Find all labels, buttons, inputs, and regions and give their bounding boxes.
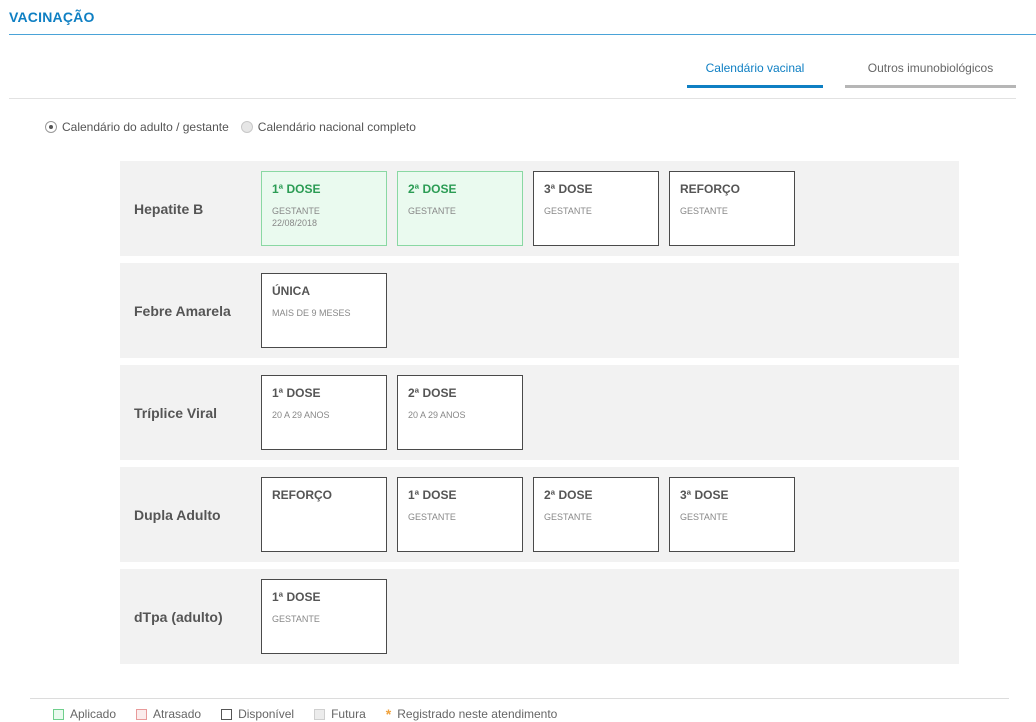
dose-subtitle: GESTANTE [408, 512, 456, 522]
vaccine-name: Tríplice Viral [134, 404, 218, 421]
legend-item-futura: Futura [314, 707, 366, 721]
dose-card[interactable]: ÚNICA MAIS DE 9 MESES [261, 273, 387, 348]
vaccine-row-hepatite-b: Hepatite B 1ª DOSE GESTANTE 22/08/2018 2… [120, 161, 959, 256]
radio-checked-icon[interactable] [45, 121, 57, 133]
legend-label: Registrado neste atendimento [397, 707, 558, 721]
dose-subtitle: GESTANTE [408, 206, 456, 216]
dose-title: 3ª DOSE [544, 182, 593, 196]
vaccine-name: Febre Amarela [134, 302, 231, 319]
dose-card[interactable]: 2ª DOSE 20 A 29 ANOS [397, 375, 523, 450]
calendar-type-radio-group: Calendário do adulto / gestante Calendár… [45, 120, 428, 134]
dose-card[interactable]: 3ª DOSE GESTANTE [669, 477, 795, 552]
dose-title: REFORÇO [680, 182, 740, 196]
dose-subtitle: GESTANTE [544, 512, 592, 522]
legend-item-disponivel: Disponível [221, 707, 294, 721]
dose-title: REFORÇO [272, 488, 332, 502]
dose-card[interactable]: 2ª DOSE GESTANTE [397, 171, 523, 246]
vaccine-name: dTpa (adulto) [134, 608, 223, 625]
dose-title: 2ª DOSE [408, 386, 457, 400]
tabs-divider [9, 98, 1016, 99]
dose-subtitle: 20 A 29 ANOS [408, 410, 466, 420]
legend-label: Atrasado [153, 707, 202, 721]
radio-calendario-adulto-gestante[interactable]: Calendário do adulto / gestante [45, 120, 229, 134]
header-divider [9, 34, 1036, 35]
dose-title: ÚNICA [272, 284, 310, 298]
dose-card[interactable]: 3ª DOSE GESTANTE [533, 171, 659, 246]
vaccine-row-dtpa-adulto: dTpa (adulto) 1ª DOSE GESTANTE [120, 569, 959, 664]
dose-title: 1ª DOSE [408, 488, 457, 502]
dose-subtitle: GESTANTE [680, 512, 728, 522]
dose-title: 3ª DOSE [680, 488, 729, 502]
disponivel-swatch-icon [221, 708, 233, 720]
vaccine-name: Hepatite B [134, 200, 204, 217]
legend-label: Futura [331, 707, 366, 721]
radio-label: Calendário do adulto / gestante [62, 120, 229, 134]
radio-label: Calendário nacional completo [257, 120, 416, 134]
legend-divider [30, 698, 1009, 699]
legend-label: Disponível [238, 707, 295, 721]
radio-calendario-nacional-completo[interactable]: Calendário nacional completo [240, 120, 416, 134]
page-title: VACINAÇÃO [9, 9, 95, 25]
dose-card[interactable]: 1ª DOSE GESTANTE [261, 579, 387, 654]
legend-item-aplicado: Aplicado [53, 707, 116, 721]
legend-item-atrasado: Atrasado [136, 707, 201, 721]
dose-title: 2ª DOSE [544, 488, 593, 502]
vaccine-name: Dupla Adulto [134, 506, 221, 523]
dose-title: 1ª DOSE [272, 182, 321, 196]
tab-calendario-vacinal[interactable]: Calendário vacinal [687, 61, 823, 88]
vaccine-row-dupla-adulto: Dupla Adulto REFORÇO 1ª DOSE GESTANTE 2ª… [120, 467, 959, 562]
dose-card[interactable]: 2ª DOSE GESTANTE [533, 477, 659, 552]
vaccine-row-triplice-viral: Tríplice Viral 1ª DOSE 20 A 29 ANOS 2ª D… [120, 365, 959, 460]
dose-title: 2ª DOSE [408, 182, 457, 196]
dose-card[interactable]: 1ª DOSE GESTANTE [397, 477, 523, 552]
dose-subtitle: MAIS DE 9 MESES [272, 308, 351, 318]
vaccine-row-febre-amarela: Febre Amarela ÚNICA MAIS DE 9 MESES [120, 263, 959, 358]
dose-subtitle: GESTANTE [544, 206, 592, 216]
legend-label: Aplicado [70, 707, 117, 721]
dose-subtitle: GESTANTE [272, 614, 320, 624]
tab-bar: Calendário vacinal Outros imunobiológico… [687, 61, 1016, 88]
dose-subtitle: 20 A 29 ANOS [272, 410, 330, 420]
dose-subtitle: GESTANTE [680, 206, 728, 216]
dose-subtitle: GESTANTE [272, 206, 320, 216]
dose-date: 22/08/2018 [272, 218, 318, 228]
dose-card[interactable]: 1ª DOSE GESTANTE 22/08/2018 [261, 171, 387, 246]
tab-outros-imunobiologicos[interactable]: Outros imunobiológicos [845, 61, 1016, 88]
dose-card[interactable]: REFORÇO GESTANTE [669, 171, 795, 246]
dose-card[interactable]: REFORÇO [261, 477, 387, 552]
dose-title: 1ª DOSE [272, 590, 321, 604]
atrasado-swatch-icon [136, 708, 148, 720]
dose-card[interactable]: 1ª DOSE 20 A 29 ANOS [261, 375, 387, 450]
radio-unchecked-icon[interactable] [240, 121, 253, 133]
dose-title: 1ª DOSE [272, 386, 321, 400]
futura-swatch-icon [314, 708, 326, 720]
aplicado-swatch-icon [53, 708, 64, 720]
vaccine-table: Hepatite B 1ª DOSE GESTANTE 22/08/2018 2… [120, 161, 959, 671]
